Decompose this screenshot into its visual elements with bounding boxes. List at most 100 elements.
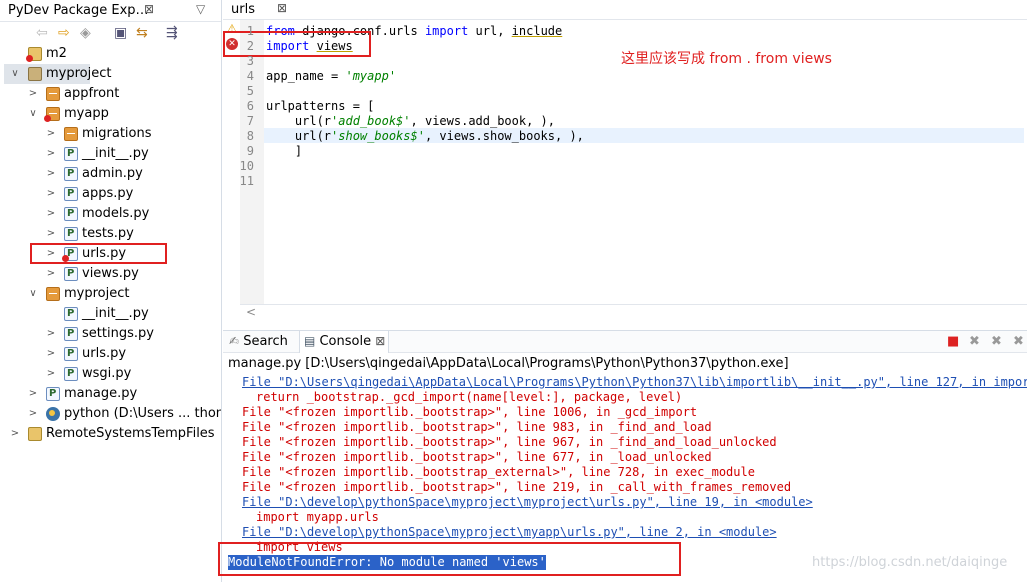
tree-item[interactable]: > migrations [40, 124, 218, 144]
line-number: 2 [246, 39, 254, 53]
line-number: 3 [246, 54, 254, 68]
console-error-line: File "<frozen importlib._bootstrap>", li… [242, 435, 777, 449]
expand-arrow-icon[interactable]: > [46, 184, 56, 204]
tree-item-label: urls.py [82, 346, 127, 361]
package-icon [46, 87, 60, 101]
code-line-8[interactable]: url(r'show_books$', views.show_books, ), [266, 129, 584, 144]
expand-arrow-icon[interactable]: > [46, 324, 56, 344]
expand-arrow-icon[interactable]: > [28, 404, 38, 424]
python-file-icon [64, 264, 78, 284]
console-link-line[interactable]: File "D:\Users\qingedai\AppData\Local\Pr… [242, 375, 1027, 390]
expand-arrow-icon[interactable]: > [28, 384, 38, 404]
code-line-7[interactable]: url(r'add_book$', views.add_book, ), [266, 114, 555, 129]
collapse-all-icon[interactable]: ▣ [114, 24, 127, 42]
code-line-6[interactable]: urlpatterns = [ [266, 99, 374, 114]
tree-item-label: tests.py [82, 226, 134, 241]
console-link-line[interactable]: File "D:\develop\pythonSpace\myproject\m… [242, 495, 813, 510]
python-file-icon [46, 384, 60, 404]
tree-item[interactable]: ∨ myapp [22, 104, 218, 124]
tree-item[interactable]: ∨ myproject [22, 284, 218, 304]
python-file-icon [64, 364, 78, 384]
highlight-box-error [218, 542, 681, 576]
package-explorer-tab[interactable]: PyDev Package Exp… ⊠ ▽ [0, 0, 221, 22]
expand-arrow-icon[interactable]: > [46, 364, 56, 384]
python-file-icon [64, 344, 78, 364]
close-icon[interactable]: ⊠ [277, 1, 287, 15]
tab-console[interactable]: ▤ Console ⊠ [299, 331, 389, 353]
line-number: 10 [239, 159, 254, 173]
python-file-icon [64, 144, 78, 164]
editor-tab-urls[interactable]: urls ⊠ [223, 0, 1027, 20]
tree-item[interactable]: > RemoteSystemsTempFiles [4, 424, 218, 444]
tree-item[interactable]: > __init__.py [40, 144, 218, 164]
search-icon: ✍ [229, 334, 240, 348]
python-file-icon [64, 184, 78, 204]
tree-item[interactable]: > wsgi.py [40, 364, 218, 384]
collapse-arrow-icon[interactable]: ∨ [10, 64, 20, 84]
forward-icon[interactable]: ⇨ [58, 24, 70, 42]
folder-icon [28, 67, 42, 81]
tree-item[interactable]: ∨ myproject [4, 64, 218, 84]
tree-item[interactable]: > views.py [40, 264, 218, 284]
tree-item-label: apps.py [82, 186, 134, 201]
tree-item[interactable]: __init__.py [40, 304, 218, 324]
console-error-line: File "<frozen importlib._bootstrap_exter… [242, 465, 755, 479]
console-error-line: File "<frozen importlib._bootstrap>", li… [242, 450, 712, 464]
annotation-note: 这里应该写成 from . from views [621, 51, 832, 67]
line-number: 6 [246, 99, 254, 113]
tree-item[interactable]: m2 [4, 44, 218, 64]
tree-item[interactable]: > admin.py [40, 164, 218, 184]
terminate-icon[interactable]: ■ [947, 334, 959, 349]
tree-item[interactable]: > models.py [40, 204, 218, 224]
clear-console-icon[interactable]: ✖ [1013, 334, 1024, 349]
close-icon[interactable]: ⊠ [375, 334, 385, 348]
remove-launch-icon[interactable]: ✖ [969, 334, 980, 349]
horizontal-scrollbar[interactable]: < [240, 304, 1027, 320]
tree-item[interactable]: > urls.py [40, 344, 218, 364]
back-icon[interactable]: ⇦ [36, 24, 48, 42]
line-number: 5 [246, 84, 254, 98]
up-icon[interactable]: ◈ [80, 24, 91, 42]
watermark: https://blog.csdn.net/daiqinge [812, 555, 1008, 570]
tree-item[interactable]: > python (D:\Users ... thon37\p [22, 404, 221, 424]
expand-arrow-icon[interactable]: > [46, 164, 56, 184]
collapse-arrow-icon[interactable]: ∨ [28, 284, 38, 304]
tree-item[interactable]: > apps.py [40, 184, 218, 204]
tree-item-label: myproject [64, 286, 130, 301]
folder-icon [26, 47, 42, 62]
expand-arrow-icon[interactable]: > [46, 144, 56, 164]
console-link-line[interactable]: File "D:\develop\pythonSpace\myproject\m… [242, 525, 777, 540]
expand-arrow-icon[interactable]: > [10, 424, 20, 444]
tree-item-label: python (D:\Users ... thon37\p [64, 406, 222, 421]
remove-all-icon[interactable]: ✖ [991, 334, 1002, 349]
line-number: 11 [239, 174, 254, 188]
console-process-path: manage.py [D:\Users\qingedai\AppData\Loc… [228, 356, 789, 371]
expand-arrow-icon[interactable]: > [46, 204, 56, 224]
expand-arrow-icon[interactable]: > [46, 344, 56, 364]
tree-item[interactable]: > settings.py [40, 324, 218, 344]
code-line-4[interactable]: app_name = 'myapp' [266, 69, 396, 84]
python-file-icon [64, 224, 78, 244]
console-error-line: File "<frozen importlib._bootstrap>", li… [242, 480, 792, 494]
expand-arrow-icon[interactable]: > [46, 264, 56, 284]
line-number: 1 [246, 24, 254, 38]
scroll-left-icon[interactable]: < [246, 305, 256, 319]
expand-arrow-icon[interactable]: > [46, 124, 56, 144]
filters-icon[interactable]: ⇶ [166, 24, 178, 42]
collapse-arrow-icon[interactable]: ∨ [28, 104, 38, 124]
tree-item-label: myproject [46, 66, 112, 81]
line-number: 8 [246, 129, 254, 143]
tree-item[interactable]: > appfront [22, 84, 218, 104]
link-with-editor-icon[interactable]: ⇆ [136, 24, 148, 42]
expand-arrow-icon[interactable]: > [28, 84, 38, 104]
code-line-9[interactable]: ] [266, 144, 302, 159]
console-error-line: return _bootstrap._gcd_import(name[level… [256, 390, 683, 404]
expand-arrow-icon[interactable]: > [46, 224, 56, 244]
view-menu-icon[interactable]: ▽ [196, 2, 205, 16]
tree-item[interactable]: > manage.py [22, 384, 218, 404]
tree-item-label: manage.py [64, 386, 138, 401]
close-icon[interactable]: ⊠ [144, 2, 154, 16]
tab-search[interactable]: ✍ Search [229, 334, 297, 349]
tree-item[interactable]: > tests.py [40, 224, 218, 244]
python-file-icon [64, 304, 78, 324]
